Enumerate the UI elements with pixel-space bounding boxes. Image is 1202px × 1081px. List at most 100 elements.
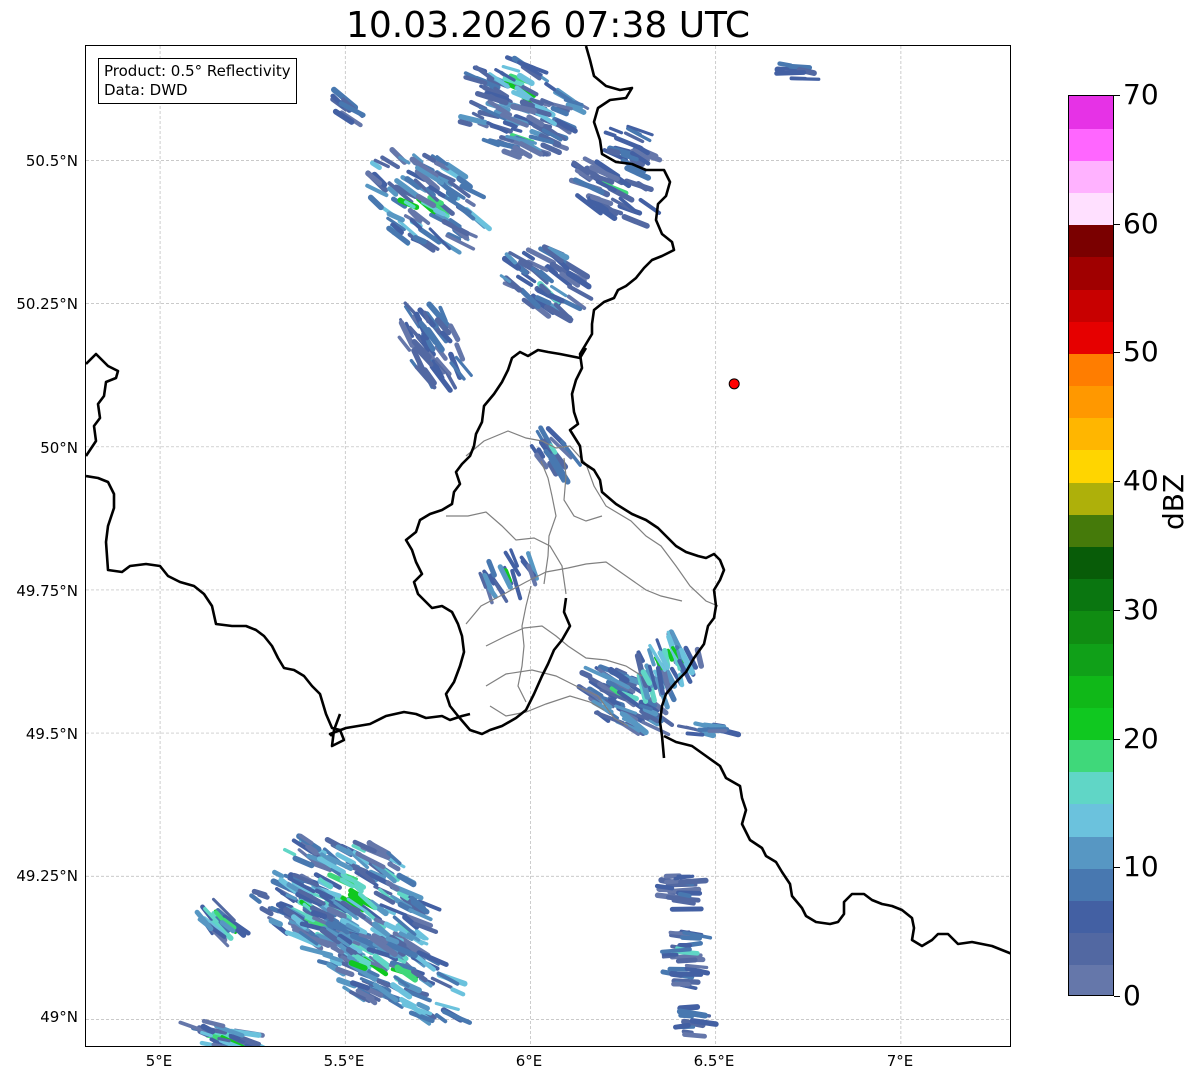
colorbar-segment — [1069, 96, 1113, 129]
echo-streak — [367, 194, 384, 211]
echo-streak — [396, 872, 417, 888]
colorbar-tick-label: 60 — [1123, 207, 1159, 240]
colorbar-tick — [1114, 739, 1120, 740]
echo-streak — [325, 920, 344, 931]
echo-streak — [447, 323, 461, 343]
echo-streak — [673, 1022, 691, 1030]
echo-streak — [434, 1013, 448, 1024]
colorbar-segment — [1069, 128, 1113, 161]
colorbar-segment — [1069, 675, 1113, 708]
colorbar-tick-label: 70 — [1123, 78, 1159, 111]
radar-map-svg — [86, 46, 1010, 1046]
echo-streak — [385, 936, 400, 945]
colorbar-tick-label: 0 — [1123, 979, 1141, 1012]
map-area[interactable] — [85, 45, 1011, 1047]
colorbar-segment — [1069, 707, 1113, 741]
colorbar-segment — [1069, 643, 1113, 676]
data-source-label: Data: DWD — [104, 81, 188, 99]
lat-label: 49.75°N — [16, 582, 78, 600]
echo-streak — [621, 214, 650, 229]
echo-streak — [603, 130, 617, 138]
echo-streak — [680, 934, 703, 941]
echo-streak — [465, 198, 476, 207]
colorbar-segment — [1069, 578, 1113, 612]
colorbar-unit-label: dBZ — [1157, 473, 1190, 530]
colorbar-segment — [1069, 289, 1113, 322]
echo-streak — [306, 844, 319, 856]
echo-streak — [684, 963, 709, 970]
colorbar-tick — [1114, 610, 1120, 611]
echo-streak — [217, 1036, 231, 1043]
colorbar-tick-label: 10 — [1123, 850, 1159, 883]
echo-streak — [774, 70, 807, 76]
echo-streak — [251, 888, 268, 898]
colorbar-segment — [1069, 449, 1113, 483]
echo-streak — [433, 208, 446, 217]
echo-streak — [383, 921, 400, 932]
colorbar-segment — [1069, 546, 1113, 580]
colorbar-segment — [1069, 160, 1113, 194]
echo-streak — [685, 731, 705, 737]
echo-streak — [412, 235, 427, 245]
echo-streak — [310, 910, 328, 920]
echo-streak — [664, 878, 680, 885]
lat-label: 50.25°N — [16, 295, 78, 313]
echo-streak — [385, 880, 400, 892]
colorbar-segment — [1069, 192, 1113, 226]
echo-streak — [675, 957, 698, 964]
colorbar-segment — [1069, 353, 1113, 387]
colorbar-segment — [1069, 256, 1113, 290]
colorbar-segment — [1069, 610, 1113, 644]
echo-streak — [654, 883, 675, 891]
colorbar-tick-label: 30 — [1123, 593, 1159, 626]
echo-streak — [579, 670, 593, 680]
colorbar-segment — [1069, 868, 1113, 901]
echo-streak — [450, 987, 466, 997]
country-borders — [86, 46, 1010, 955]
echo-streak — [201, 1018, 226, 1029]
colorbar-tick — [1114, 481, 1120, 482]
echo-streak — [441, 1009, 473, 1025]
lon-label: 5°E — [145, 1052, 173, 1070]
echo-streak — [434, 1001, 460, 1012]
colorbar-segment — [1069, 739, 1113, 773]
echo-streak — [677, 891, 692, 898]
echo-streak — [387, 861, 401, 872]
map-title: 10.03.2026 07:38 UTC — [345, 5, 751, 46]
lon-label: 6°E — [515, 1052, 543, 1070]
echo-streak — [682, 1032, 707, 1039]
colorbar-tick — [1114, 996, 1120, 997]
colorbar — [1068, 95, 1114, 996]
lat-label: 49.25°N — [16, 867, 78, 885]
lon-label: 5.5°E — [323, 1052, 365, 1070]
echo-streak — [669, 970, 684, 978]
echo-streak — [689, 1018, 719, 1027]
echo-streak — [660, 947, 692, 954]
colorbar-segment — [1069, 417, 1113, 451]
echo-streak — [676, 724, 697, 731]
echo-streak — [268, 917, 283, 928]
echo-streak — [416, 1001, 430, 1011]
echo-streak — [606, 147, 621, 156]
colorbar-segment — [1069, 803, 1113, 837]
colorbar-tick-label: 50 — [1123, 335, 1159, 368]
echo-streak — [486, 558, 497, 578]
lat-label: 49.5°N — [25, 725, 78, 743]
colorbar-tick-label: 40 — [1123, 464, 1159, 497]
echo-streak — [211, 1043, 224, 1046]
product-info-box: Product: 0.5° Reflectivity Data: DWD — [98, 58, 297, 104]
echo-streak — [789, 77, 821, 81]
colorbar-tick — [1114, 95, 1120, 96]
echo-streak — [665, 894, 701, 903]
colorbar-segment — [1069, 482, 1113, 515]
colorbar-tick — [1114, 224, 1120, 225]
colorbar-segment — [1069, 224, 1113, 258]
echo-streak — [457, 119, 473, 127]
echo-streak — [701, 730, 717, 739]
lat-label: 50°N — [40, 439, 78, 457]
lon-label: 7°E — [886, 1052, 914, 1070]
colorbar-segment — [1069, 771, 1113, 805]
colorbar-tick — [1114, 352, 1120, 353]
echo-streak — [283, 847, 297, 857]
echo-streak — [608, 126, 624, 135]
